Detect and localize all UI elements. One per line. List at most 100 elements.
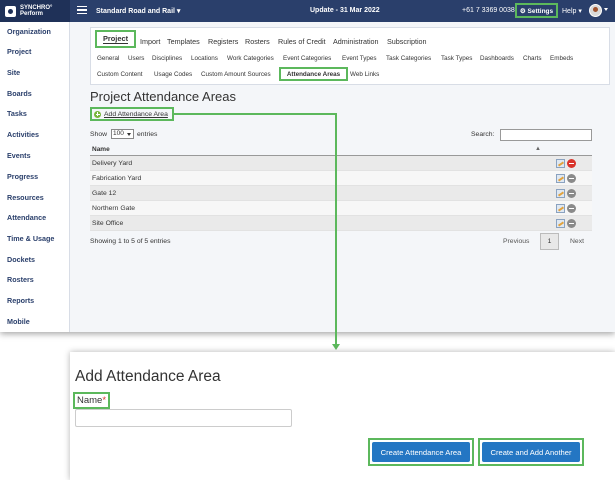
- sidebar-item-tasks[interactable]: Tasks: [7, 109, 27, 118]
- search-input[interactable]: [500, 129, 592, 141]
- entries-label: entries: [137, 131, 158, 138]
- delete-icon[interactable]: [567, 204, 576, 213]
- create-another-button-highlight: Create and Add Another: [478, 438, 584, 466]
- subtab-event-types[interactable]: Event Types: [342, 55, 377, 62]
- sidebar-item-dockets[interactable]: Dockets: [7, 255, 35, 264]
- page-title: Project Attendance Areas: [90, 89, 236, 104]
- tab-subscription[interactable]: Subscription: [387, 37, 427, 46]
- logo[interactable]: SYNCHRO° Perform: [0, 0, 70, 22]
- sidebar-item-activities[interactable]: Activities: [7, 130, 39, 139]
- hamburger-menu-icon[interactable]: [77, 6, 87, 14]
- table-row: Site Office: [90, 216, 592, 231]
- subtab-users[interactable]: Users: [128, 55, 144, 62]
- create-button-highlight: Create Attendance Area: [368, 438, 474, 466]
- sidebar-item-boards[interactable]: Boards: [7, 89, 32, 98]
- table-row: Gate 12: [90, 186, 592, 201]
- subtab-event-categories[interactable]: Event Categories: [283, 55, 331, 62]
- subtab-charts[interactable]: Charts: [523, 55, 542, 62]
- chevron-down-icon[interactable]: [604, 8, 608, 11]
- subtab-disciplines[interactable]: Disciplines: [152, 55, 182, 62]
- required-marker: *: [102, 395, 107, 406]
- sidebar-item-reports[interactable]: Reports: [7, 296, 34, 305]
- dialog-title: Add Attendance Area: [75, 368, 221, 385]
- sidebar-item-attendance[interactable]: Attendance: [7, 213, 46, 222]
- edit-icon[interactable]: [556, 174, 565, 183]
- page-size-select[interactable]: 100: [111, 129, 134, 139]
- sidebar-item-project[interactable]: Project: [7, 47, 31, 56]
- search-label: Search:: [471, 131, 495, 138]
- previous-page-button[interactable]: Previous: [503, 238, 529, 245]
- delete-icon[interactable]: [567, 174, 576, 183]
- logo-line-2: Perform: [20, 11, 44, 17]
- subtab-embeds[interactable]: Embeds: [550, 55, 573, 62]
- subtab-work-categories[interactable]: Work Categories: [227, 55, 274, 62]
- name-field-label: Name*: [73, 392, 111, 409]
- edit-icon[interactable]: [556, 204, 565, 213]
- area-name: Northern Gate: [92, 205, 136, 212]
- subtab-task-types[interactable]: Task Types: [441, 55, 472, 62]
- attendance-areas-table: Name ▲ Delivery Yard Fabrication Yard Ga…: [90, 143, 592, 231]
- sidebar-item-organization[interactable]: Organization: [7, 27, 51, 36]
- table-row: Fabrication Yard: [90, 171, 592, 186]
- page-number-label: 1: [547, 238, 552, 245]
- subtab-locations[interactable]: Locations: [191, 55, 218, 62]
- delete-icon[interactable]: [567, 189, 576, 198]
- tab-import[interactable]: Import: [140, 37, 160, 46]
- sort-ascending-icon[interactable]: ▲: [535, 146, 541, 152]
- sidebar: Organization Project Site Boards Tasks A…: [0, 22, 70, 332]
- subtab-attendance-areas-label: Attendance Areas: [286, 70, 341, 78]
- subtab-custom-amount-sources[interactable]: Custom Amount Sources: [201, 71, 271, 78]
- subtab-task-categories[interactable]: Task Categories: [386, 55, 431, 62]
- update-notice[interactable]: Update - 31 Mar 2022: [310, 7, 380, 14]
- sidebar-item-resources[interactable]: Resources: [7, 193, 44, 202]
- subtab-custom-content[interactable]: Custom Content: [97, 71, 143, 78]
- add-attendance-area-link[interactable]: Add Attendance Area: [90, 107, 174, 121]
- subtab-attendance-areas[interactable]: Attendance Areas: [279, 67, 348, 81]
- subtab-general[interactable]: General: [97, 55, 119, 62]
- tab-administration[interactable]: Administration: [333, 37, 379, 46]
- create-and-add-another-button[interactable]: Create and Add Another: [482, 442, 580, 462]
- avatar[interactable]: [589, 4, 602, 17]
- page-number-button[interactable]: 1: [540, 233, 559, 250]
- sidebar-item-rosters[interactable]: Rosters: [7, 275, 34, 284]
- table-row: Northern Gate: [90, 201, 592, 216]
- column-header-name[interactable]: Name: [92, 146, 110, 153]
- settings-label: ⚙ Settings: [519, 7, 554, 15]
- sidebar-item-time-usage[interactable]: Time & Usage: [7, 234, 54, 243]
- edit-icon[interactable]: [556, 189, 565, 198]
- tab-project[interactable]: Project: [95, 30, 136, 48]
- sidebar-item-events[interactable]: Events: [7, 151, 31, 160]
- sidebar-item-site[interactable]: Site: [7, 68, 20, 77]
- sidebar-item-mobile[interactable]: Mobile: [7, 317, 30, 326]
- delete-icon[interactable]: [567, 219, 576, 228]
- top-bar: SYNCHRO° Perform Standard Road and Rail …: [0, 0, 615, 22]
- app-window: SYNCHRO° Perform Standard Road and Rail …: [0, 0, 615, 332]
- main-content: Project Import Templates Registers Roste…: [70, 22, 615, 332]
- tab-project-label: Project: [102, 34, 129, 44]
- table-row: Delivery Yard: [90, 156, 592, 171]
- create-attendance-area-button[interactable]: Create Attendance Area: [372, 442, 470, 462]
- table-header[interactable]: Name ▲: [90, 143, 592, 156]
- organization-selector[interactable]: Standard Road and Rail ▾: [96, 7, 180, 15]
- area-name: Fabrication Yard: [92, 175, 142, 182]
- next-page-button[interactable]: Next: [570, 238, 584, 245]
- name-input[interactable]: [75, 409, 292, 427]
- settings-tabs: Project Import Templates Registers Roste…: [90, 27, 610, 85]
- area-name: Gate 12: [92, 190, 117, 197]
- tab-rosters[interactable]: Rosters: [245, 37, 270, 46]
- tab-registers[interactable]: Registers: [208, 37, 238, 46]
- add-attendance-area-label: Add Attendance Area: [104, 110, 168, 118]
- tab-rules-of-credit[interactable]: Rules of Credit: [278, 37, 326, 46]
- help-menu[interactable]: Help ▾: [562, 7, 582, 15]
- subtab-web-links[interactable]: Web Links: [350, 71, 379, 78]
- tab-templates[interactable]: Templates: [167, 37, 200, 46]
- settings-button[interactable]: ⚙ Settings: [515, 3, 558, 18]
- edit-icon[interactable]: [556, 159, 565, 168]
- show-label: Show: [90, 131, 108, 138]
- add-attendance-area-dialog: Add Attendance Area Name* Create Attenda…: [70, 352, 615, 480]
- delete-icon[interactable]: [567, 159, 576, 168]
- subtab-dashboards[interactable]: Dashboards: [480, 55, 514, 62]
- edit-icon[interactable]: [556, 219, 565, 228]
- subtab-usage-codes[interactable]: Usage Codes: [154, 71, 192, 78]
- sidebar-item-progress[interactable]: Progress: [7, 172, 38, 181]
